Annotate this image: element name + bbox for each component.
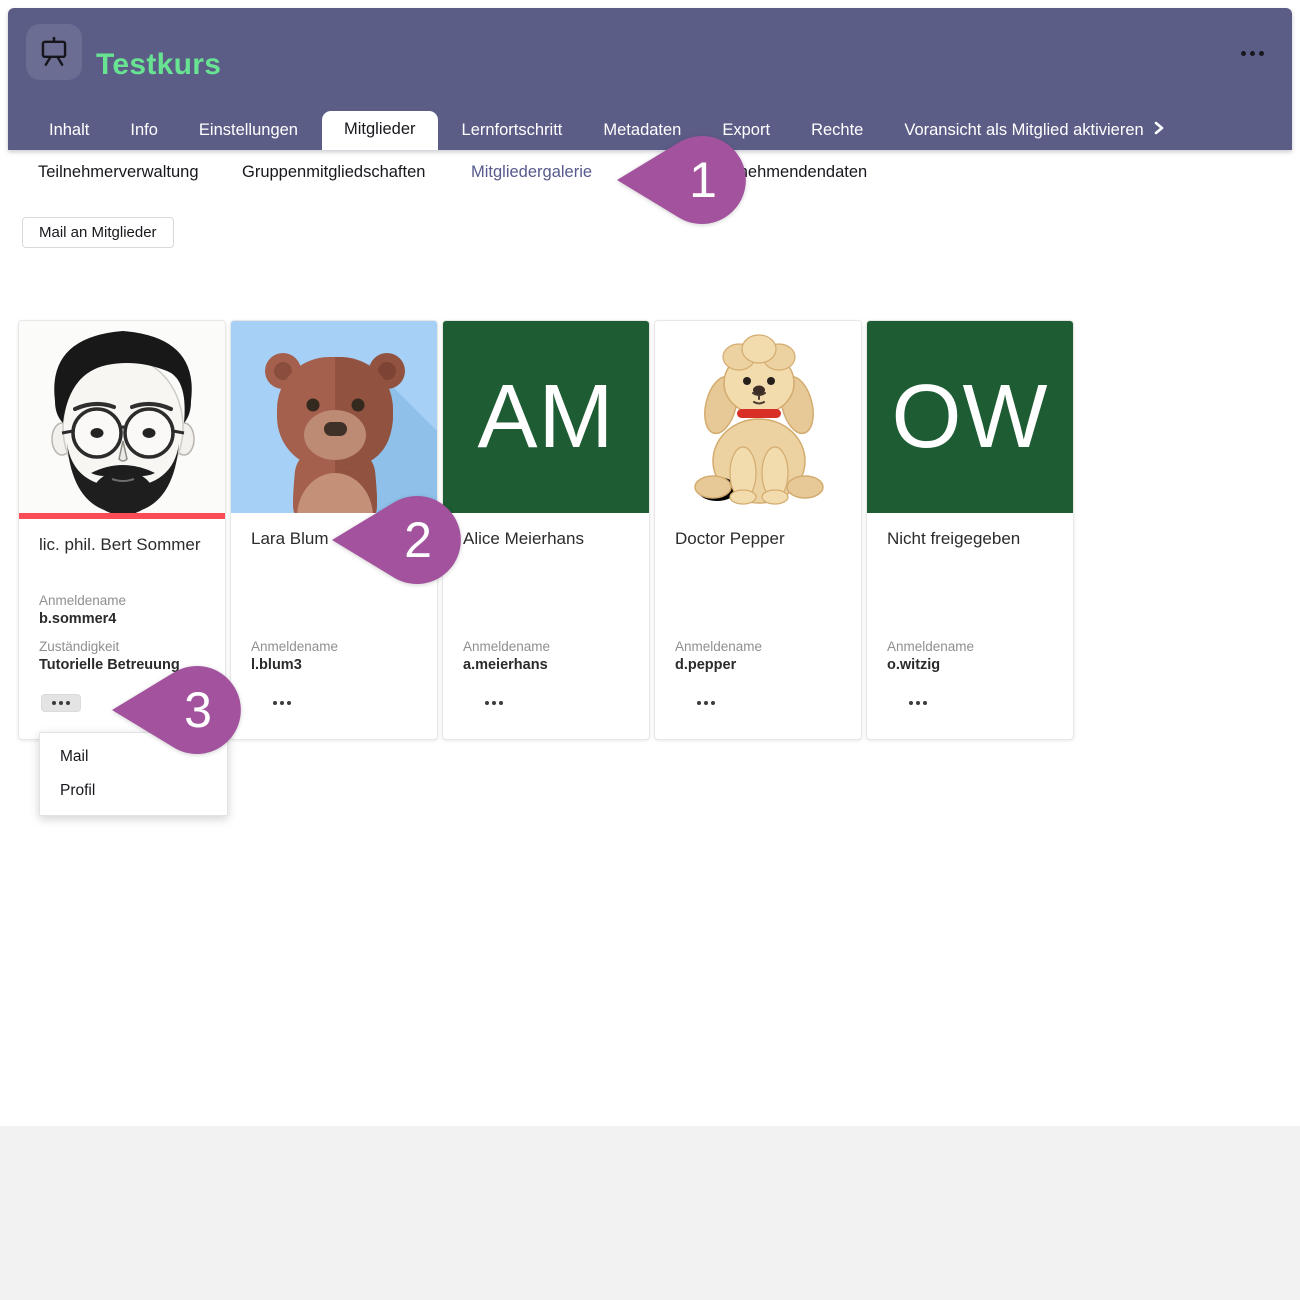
member-name: Doctor Pepper [675,529,841,549]
chevron-right-icon [1154,121,1164,140]
mail-an-mitglieder-button[interactable]: Mail an Mitglieder [22,217,174,248]
annotation-number: 3 [154,664,242,756]
field-value: b.sommer4 [39,611,205,627]
field-label: Anmeldename [887,639,1053,654]
member-portrait-poodle-avatar [655,321,861,513]
ellipsis-icon [697,701,715,705]
annotation-number: 2 [374,494,462,586]
tab-voransicht-label: Voransicht als Mitglied aktivieren [904,121,1143,140]
subnav-teilnehmerverwaltung[interactable]: Teilnehmerverwaltung [38,163,199,182]
member-name: Alice Meierhans [463,529,629,549]
field-value: l.blum3 [251,657,417,673]
tab-inhalt[interactable]: Inhalt [32,112,106,150]
member-name: Nicht freigegeben [887,529,1053,549]
card-more-button[interactable] [273,701,291,705]
subnav-mitgliedergalerie[interactable]: Mitgliedergalerie [471,163,592,182]
field-label: Anmeldename [463,639,629,654]
ellipsis-icon [485,701,503,705]
field-label: Zuständigkeit [39,639,205,654]
course-title: Testkurs [96,48,221,82]
tab-einstellungen[interactable]: Einstellungen [182,112,315,150]
menu-item-profil[interactable]: Profil [40,774,227,808]
annotation-balloon-1: 1 [615,134,748,226]
ellipsis-icon [909,701,927,705]
member-card-doctor-pepper: Doctor Pepper Anmeldename d.pepper [654,320,862,740]
card-more-button[interactable] [41,694,81,712]
member-card-alice-meierhans: AM Alice Meierhans Anmeldename a.meierha… [442,320,650,740]
field-value: d.pepper [675,657,841,673]
tab-rechte[interactable]: Rechte [794,112,880,150]
card-more-button[interactable] [485,701,503,705]
member-portrait-bear-avatar [231,321,437,513]
tab-lernfortschritt[interactable]: Lernfortschritt [445,112,580,150]
member-card-nicht-freigegeben: OW Nicht freigegeben Anmeldename o.witzi… [866,320,1074,740]
ellipsis-icon [52,701,70,705]
tab-info[interactable]: Info [113,112,175,150]
field-label: Anmeldename [251,639,417,654]
card-more-button[interactable] [909,701,927,705]
ellipsis-icon [273,701,291,705]
subnav-gruppenmitgliedschaften[interactable]: Gruppenmitgliedschaften [242,163,425,182]
member-name: lic. phil. Bert Sommer [39,535,205,555]
tab-mitglieder[interactable]: Mitglieder [322,111,438,150]
field-label: Anmeldename [39,593,205,608]
page-footer [0,1126,1300,1300]
member-portrait-initials: AM [443,321,649,513]
card-more-button[interactable] [697,701,715,705]
field-value: a.meierhans [463,657,629,673]
header-more-button ellipsis-icon[interactable] [1241,46,1264,60]
annotation-balloon-3: 3 [110,664,243,756]
field-value: o.witzig [887,657,1053,673]
tab-voransicht[interactable]: Voransicht als Mitglied aktivieren [887,111,1180,150]
annotation-number: 1 [659,134,747,226]
annotation-balloon-2: 2 [330,494,463,586]
presentation-board-icon [26,24,82,80]
field-label: Anmeldename [675,639,841,654]
course-header: Testkurs Inhalt Info Einstellungen Mitgl… [8,8,1292,150]
member-portrait-photo [19,321,225,513]
member-portrait-initials: OW [867,321,1073,513]
